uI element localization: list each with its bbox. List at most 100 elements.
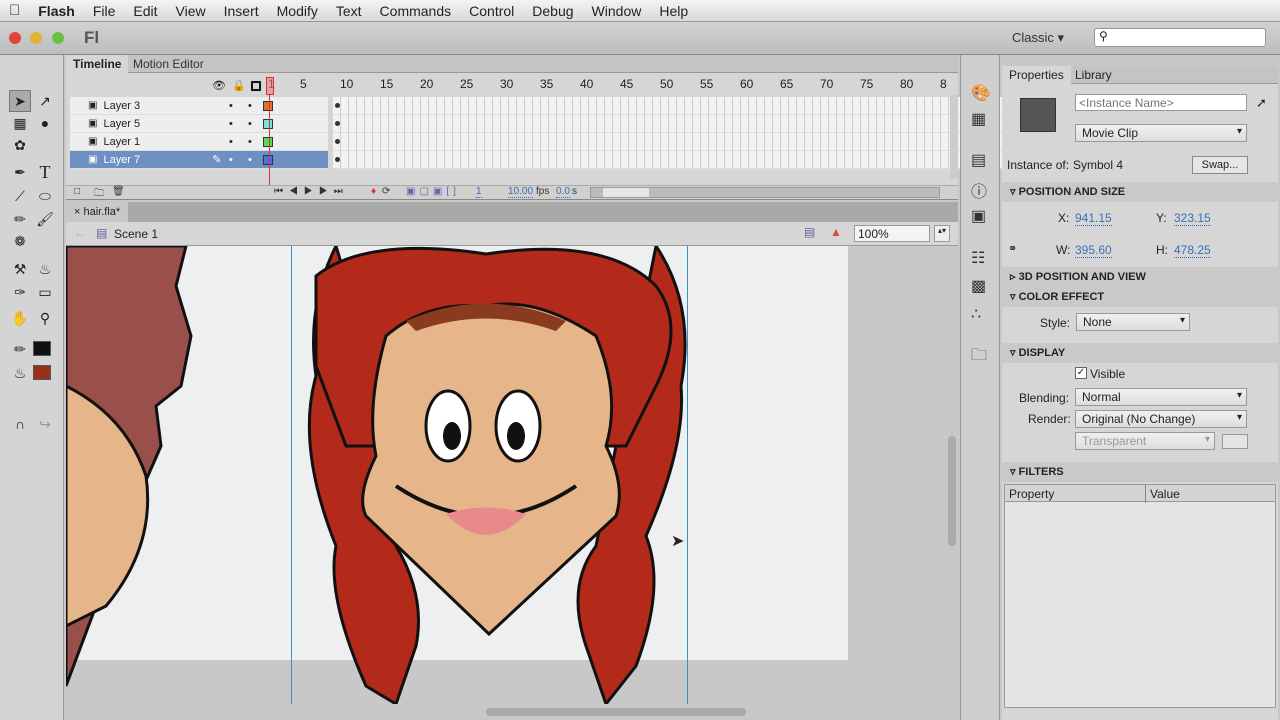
menu-modify[interactable]: Modify [268,3,327,19]
position-size-header[interactable]: ▿ POSITION AND SIZE [1002,182,1278,202]
brush-tool-icon[interactable]: 🖌 [34,208,56,230]
render-dropdown[interactable]: Original (No Change) [1075,410,1247,428]
menu-window[interactable]: Window [583,3,651,19]
line-tool-icon[interactable]: ⟋ [9,185,31,207]
align-panel-icon[interactable]: ▤ [971,150,986,170]
character-artwork[interactable] [66,246,946,704]
timeline-hscrollbar[interactable] [590,187,940,198]
free-transform-tool-icon[interactable]: ▦ [9,112,31,134]
x-value[interactable]: 941.15 [1075,211,1112,226]
new-folder-icon[interactable]: 🗀 [94,186,104,203]
onion-skin-icons[interactable]: ▣▢▣[] [406,186,460,197]
zoom-window-button[interactable] [52,32,64,44]
stage-area[interactable]: ➤ [66,246,958,720]
link-constrain-icon[interactable]: ⚭ [1008,242,1017,255]
color-effect-header[interactable]: ▿ COLOR EFFECT [1002,287,1278,307]
back-arrow-icon[interactable]: ← [74,226,86,240]
smooth-icon[interactable]: ↪ [34,413,56,435]
keyframe[interactable] [335,139,340,144]
lock-toggle[interactable]: • [240,136,259,148]
layer-row[interactable]: ▣ Layer 3 • • [70,97,328,115]
h-value[interactable]: 478.25 [1174,243,1211,258]
edit-symbol-icon[interactable]: ➚ [1256,95,1267,111]
center-frame-icon[interactable]: ♦ [371,186,376,197]
tab-timeline[interactable]: Timeline [66,55,129,73]
filters-column-value[interactable]: Value [1145,485,1184,503]
visibility-toggle[interactable]: • [221,118,240,130]
display-header[interactable]: ▿ DISPLAY [1002,343,1278,363]
info-panel-icon[interactable]: ⓘ [971,178,987,202]
visibility-toggle[interactable]: • [221,100,240,112]
menu-debug[interactable]: Debug [523,3,582,19]
loop-icon[interactable]: ⟳ [382,186,390,197]
scene-label[interactable]: Scene 1 [114,227,158,241]
lock-icon[interactable]: 🔒 [232,79,246,92]
menu-text[interactable]: Text [327,3,371,19]
subselection-tool-icon[interactable]: ↗ [34,90,56,112]
menu-help[interactable]: Help [650,3,697,19]
code-snippets-icon[interactable]: ☷ [971,248,985,268]
paint-bucket-tool-icon[interactable]: ♨ [34,258,56,280]
edit-symbols-icon[interactable]: ▲ [830,225,842,239]
layer-row[interactable]: ▣ Layer 7 ✎ • • [70,151,328,169]
y-value[interactable]: 323.15 [1174,211,1211,226]
playback-controls[interactable]: ⏮◀▶▶⏭ [274,186,349,197]
pen-tool-icon[interactable]: ✒ [9,161,31,183]
lock-toggle[interactable]: • [240,154,259,166]
components-icon[interactable]: ▩ [971,276,986,296]
frame-row[interactable] [333,151,1015,169]
stage-hscrollbar[interactable] [486,708,746,716]
minimize-window-button[interactable] [30,32,42,44]
swap-button[interactable]: Swap... [1192,156,1248,174]
workspace-switcher[interactable]: Classic ▾ [1012,30,1064,46]
instance-name-input[interactable] [1075,94,1247,111]
keyframe[interactable] [335,103,340,108]
visibility-toggle[interactable]: • [221,136,240,148]
lock-toggle[interactable]: • [240,118,259,130]
transform-panel-icon[interactable]: ▣ [971,206,986,226]
menu-control[interactable]: Control [460,3,523,19]
filters-column-property[interactable]: Property [1009,487,1054,501]
edit-scene-icon[interactable]: ▤ [804,225,815,239]
menu-file[interactable]: File [84,3,125,19]
timeline-vscrollbar[interactable] [950,95,958,179]
filters-header[interactable]: ▿ FILTERS [1002,462,1278,482]
w-value[interactable]: 395.60 [1075,243,1112,258]
new-layer-icon[interactable]: □ [74,186,80,197]
frame-row[interactable] [333,97,1015,115]
swatches-panel-icon[interactable]: ▦ [971,109,986,129]
style-dropdown[interactable]: None [1076,313,1190,331]
hand-tool-icon[interactable]: ✋ [9,307,31,329]
menu-commands[interactable]: Commands [371,3,461,19]
delete-layer-icon[interactable]: 🗑 [112,186,125,197]
motion-presets-icon[interactable]: ∴ [971,304,981,324]
visible-checkbox[interactable]: ✓ [1075,367,1087,379]
3d-position-header[interactable]: ▹ 3D POSITION AND VIEW [1002,267,1278,287]
current-frame[interactable]: 1 [476,186,482,198]
deco-tool-icon[interactable]: ❁ [9,230,31,252]
text-tool-icon[interactable]: T [34,161,56,183]
frame-row[interactable] [333,133,1015,151]
lasso-tool-icon[interactable]: ✿ [9,134,31,156]
frame-row[interactable] [333,115,1015,133]
menu-edit[interactable]: Edit [124,3,166,19]
fill-color-swatch[interactable] [33,365,51,380]
tab-properties[interactable]: Properties [1002,66,1071,84]
color-panel-icon[interactable]: 🎨 [971,83,991,103]
frame-ruler[interactable]: 151015202530354045505560657075808 [266,77,956,93]
tab-motion-editor[interactable]: Motion Editor [126,55,211,73]
eraser-tool-icon[interactable]: ▭ [34,281,56,303]
stroke-color-swatch[interactable] [33,341,51,356]
close-window-button[interactable] [9,32,21,44]
oval-tool-icon[interactable]: ⬭ [34,185,56,207]
symbol-type-dropdown[interactable]: Movie Clip [1075,124,1247,142]
lock-toggle[interactable]: • [240,100,259,112]
eyedropper-tool-icon[interactable]: ✑ [9,281,31,303]
snap-magnet-icon[interactable]: ∩ [9,413,31,435]
apple-icon[interactable]:  [0,2,29,19]
keyframe[interactable] [335,121,340,126]
zoom-stepper[interactable]: ▴▾ [934,225,950,242]
3d-rotation-tool-icon[interactable]: ● [34,112,56,134]
selection-tool-icon[interactable]: ➤ [9,90,31,112]
bone-tool-icon[interactable]: ⚒ [9,258,31,280]
